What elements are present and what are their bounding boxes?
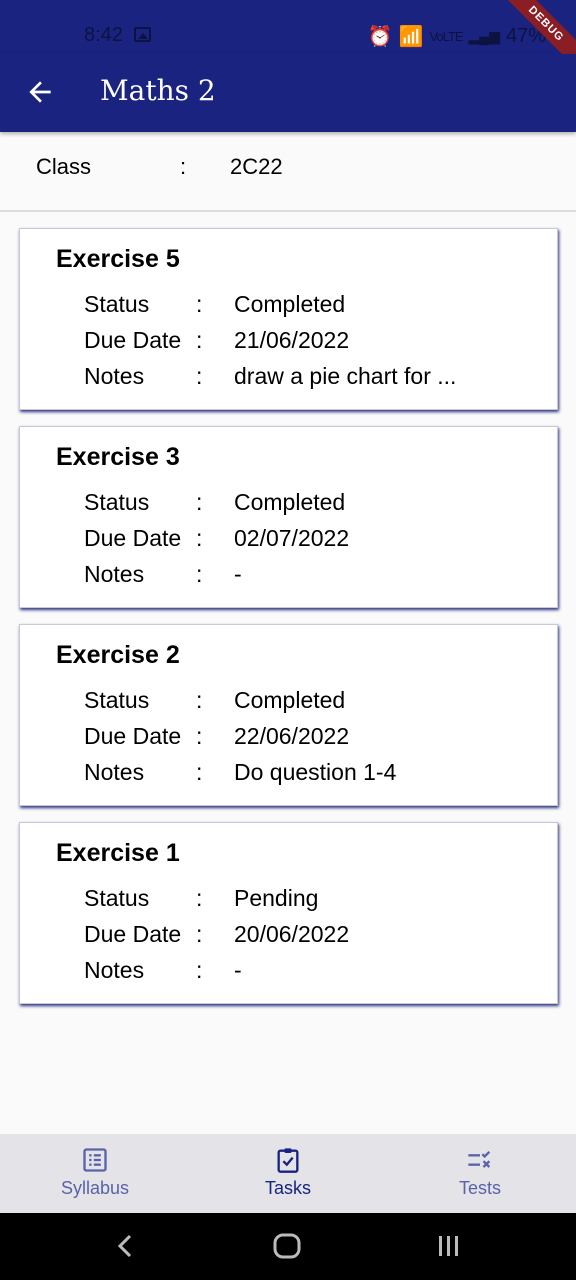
nav-tasks-label: Tasks bbox=[264, 1178, 311, 1198]
due-date-row: Due Date : 21/06/2022 bbox=[84, 327, 544, 357]
page-title: Maths 2 bbox=[100, 74, 216, 107]
separator: : bbox=[196, 885, 203, 911]
list-alt-icon bbox=[83, 1148, 107, 1172]
status-row: Status : Completed bbox=[84, 291, 544, 321]
notes-row: Notes : Do question 1-4 bbox=[84, 759, 544, 789]
nav-tasks[interactable]: Tasks bbox=[218, 1146, 358, 1199]
notes-row: Notes : draw a pie chart for ... bbox=[84, 363, 544, 393]
system-home-icon[interactable] bbox=[272, 1230, 302, 1262]
separator: : bbox=[196, 759, 203, 785]
notes-row: Notes : - bbox=[84, 561, 544, 591]
notes-value: draw a pie chart for ... bbox=[234, 363, 457, 389]
due-date-label: Due Date bbox=[84, 921, 182, 947]
wifi-icon: 📶 bbox=[398, 26, 424, 48]
exercise-card[interactable]: Exercise 3 Status : Completed Due Date :… bbox=[19, 426, 558, 608]
system-back-icon[interactable] bbox=[112, 1230, 140, 1262]
status-row: Status : Completed bbox=[84, 489, 544, 519]
status-time: 8:42 bbox=[84, 24, 123, 46]
status-label: Status bbox=[84, 489, 150, 515]
due-date-value: 22/06/2022 bbox=[234, 723, 350, 749]
status-value: Completed bbox=[234, 291, 346, 317]
status-label: Status bbox=[84, 885, 150, 911]
due-date-row: Due Date : 20/06/2022 bbox=[84, 921, 544, 951]
separator: : bbox=[196, 363, 203, 389]
class-info: Class : 2C22 bbox=[0, 132, 576, 212]
alarm-icon: ⏰ bbox=[367, 26, 393, 48]
separator: : bbox=[196, 525, 203, 551]
status-value: Completed bbox=[234, 489, 346, 515]
separator: : bbox=[196, 921, 203, 947]
exercise-title: Exercise 1 bbox=[56, 839, 180, 867]
notes-value: - bbox=[234, 561, 242, 587]
notes-label: Notes bbox=[84, 561, 145, 587]
status-value: Completed bbox=[234, 687, 346, 713]
network-type: VoLTE bbox=[429, 29, 463, 44]
assignment-check-icon bbox=[277, 1148, 299, 1173]
separator: : bbox=[196, 489, 203, 515]
back-arrow-icon[interactable] bbox=[24, 76, 56, 108]
status-label: Status bbox=[84, 291, 150, 317]
status-row: Status : Pending bbox=[84, 885, 544, 915]
rule-icon bbox=[468, 1151, 491, 1168]
separator: : bbox=[196, 723, 203, 749]
exercise-title: Exercise 5 bbox=[56, 245, 180, 273]
due-date-value: 21/06/2022 bbox=[234, 327, 350, 353]
status-label: Status bbox=[84, 687, 150, 713]
due-date-value: 20/06/2022 bbox=[234, 921, 350, 947]
nav-syllabus-label: Syllabus bbox=[60, 1178, 130, 1198]
separator: : bbox=[196, 687, 203, 713]
separator: : bbox=[196, 291, 203, 317]
notes-label: Notes bbox=[84, 957, 145, 983]
class-separator: : bbox=[180, 154, 187, 179]
exercise-title: Exercise 3 bbox=[56, 443, 180, 471]
class-value: 2C22 bbox=[230, 154, 283, 179]
class-label: Class bbox=[36, 154, 92, 179]
nav-tests-label: Tests bbox=[458, 1178, 501, 1198]
due-date-label: Due Date bbox=[84, 525, 182, 551]
notes-value: - bbox=[234, 957, 242, 983]
status-value: Pending bbox=[234, 885, 319, 911]
due-date-row: Due Date : 02/07/2022 bbox=[84, 525, 544, 555]
image-notification-icon bbox=[134, 27, 151, 42]
separator: : bbox=[196, 327, 203, 353]
status-bar: 8:42 ⏰ 📶 VoLTE ▂▄▆ 47% bbox=[0, 0, 576, 54]
nav-tests[interactable]: Tests bbox=[410, 1146, 550, 1199]
bottom-navigation: Syllabus Tasks Tests bbox=[0, 1134, 576, 1213]
due-date-label: Due Date bbox=[84, 327, 182, 353]
signal-icon: ▂▄▆ bbox=[468, 28, 500, 44]
status-icons: ⏰ 📶 VoLTE ▂▄▆ 47% bbox=[368, 24, 546, 49]
exercise-card[interactable]: Exercise 5 Status : Completed Due Date :… bbox=[19, 228, 558, 410]
notes-row: Notes : - bbox=[84, 957, 544, 987]
due-date-row: Due Date : 22/06/2022 bbox=[84, 723, 544, 753]
exercise-card[interactable]: Exercise 1 Status : Pending Due Date : 2… bbox=[19, 822, 558, 1004]
exercise-title: Exercise 2 bbox=[56, 641, 180, 669]
exercise-card[interactable]: Exercise 2 Status : Completed Due Date :… bbox=[19, 624, 558, 806]
due-date-label: Due Date bbox=[84, 723, 182, 749]
nav-syllabus[interactable]: Syllabus bbox=[25, 1146, 165, 1199]
system-recents-icon[interactable] bbox=[434, 1230, 464, 1262]
due-date-value: 02/07/2022 bbox=[234, 525, 350, 551]
notes-label: Notes bbox=[84, 363, 145, 389]
separator: : bbox=[196, 957, 203, 983]
system-navigation-bar bbox=[0, 1213, 576, 1280]
notes-label: Notes bbox=[84, 759, 145, 785]
status-row: Status : Completed bbox=[84, 687, 544, 717]
separator: : bbox=[196, 561, 203, 587]
app-bar: Maths 2 bbox=[0, 54, 576, 132]
notes-value: Do question 1-4 bbox=[234, 759, 397, 785]
